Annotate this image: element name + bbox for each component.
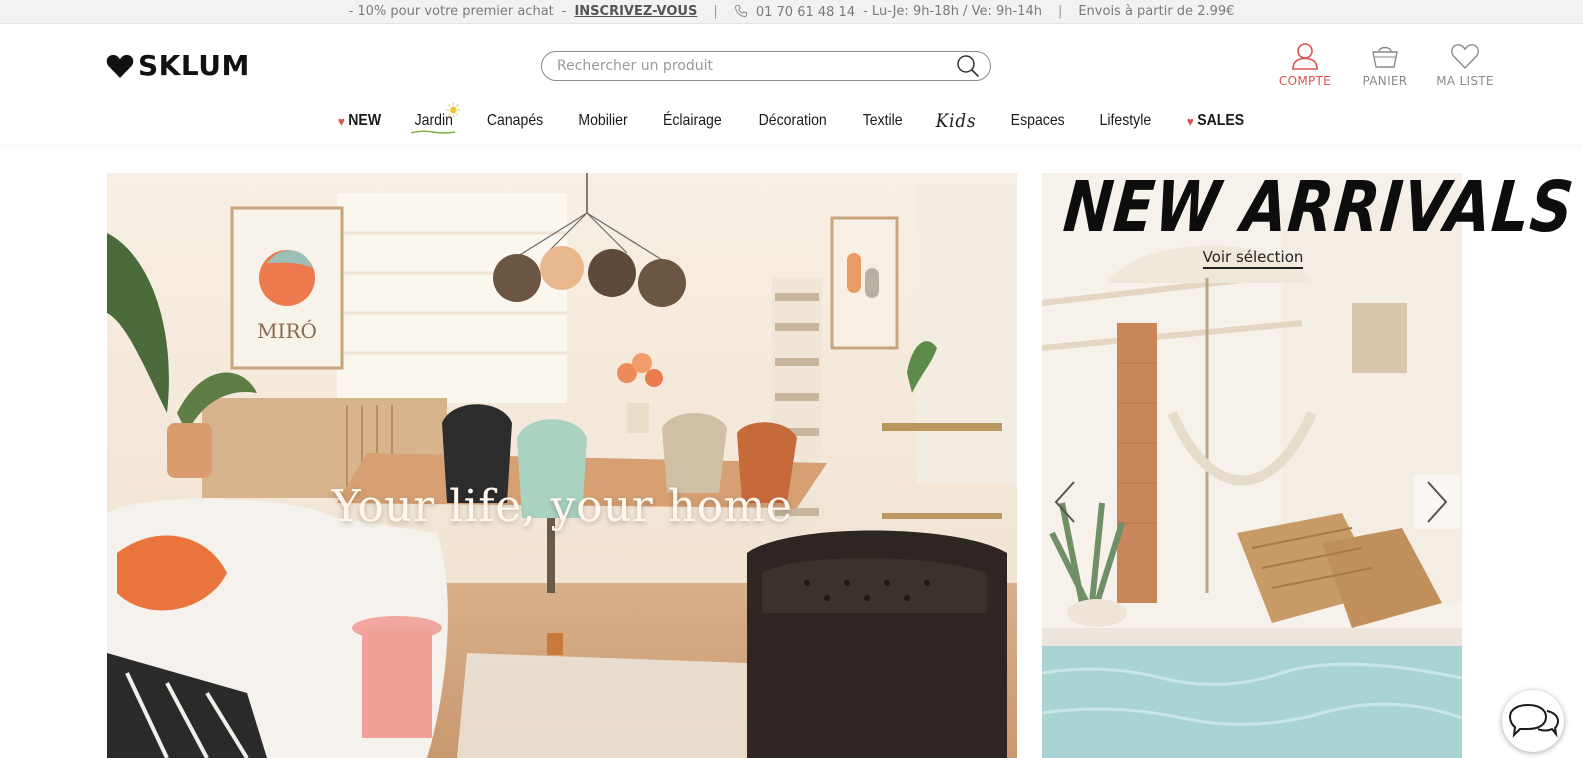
account-button[interactable]: COMPTE xyxy=(1275,42,1335,88)
logo-wordmark: SKLUM xyxy=(138,49,250,82)
nav-item-textile[interactable]: Textile xyxy=(850,112,915,130)
nav-item-lifestyle[interactable]: Lifestyle xyxy=(1088,112,1164,130)
nav-item-new[interactable]: ♥ NEW xyxy=(325,112,393,130)
wishlist-label: MA LISTE xyxy=(1436,74,1494,88)
nav-label: Mobilier xyxy=(578,112,629,129)
search-bar[interactable] xyxy=(541,51,991,81)
logo-heart-icon xyxy=(106,54,134,78)
new-arrivals-title: NEW ARRIVALS xyxy=(1060,166,1578,248)
search-input[interactable] xyxy=(557,58,956,74)
cart-button[interactable]: PANIER xyxy=(1355,42,1415,88)
promo-dash: - xyxy=(561,4,567,19)
nav-item-decoration[interactable]: Décoration xyxy=(746,112,839,130)
chevron-right-icon xyxy=(1427,481,1448,523)
sklum-logo[interactable]: SKLUM xyxy=(106,49,250,82)
nav-label: Kids xyxy=(935,110,977,132)
opening-hours: - Lu-Je: 9h-18h / Ve: 9h-14h xyxy=(863,4,1042,19)
nav-item-eclairage[interactable]: Éclairage xyxy=(651,112,734,130)
account-icons: COMPTE PANIER MA LISTE xyxy=(1275,42,1495,88)
chat-button[interactable] xyxy=(1502,690,1564,752)
phone-info: 01 70 61 48 14 xyxy=(734,4,855,20)
phone-number: 01 70 61 48 14 xyxy=(755,4,856,20)
signup-link[interactable]: INSCRIVEZ-VOUS xyxy=(574,4,697,19)
main-nav: ♥ NEW Jardin Canapés Mobilier Éclairage … xyxy=(0,102,1583,136)
nav-item-sales[interactable]: ♥ SALES xyxy=(1175,112,1257,130)
new-arrivals-header: NEW ARRIVALS Voir sélection xyxy=(1028,166,1578,269)
nav-item-kids[interactable]: Kids xyxy=(923,110,988,132)
nav-label: Canapés xyxy=(487,112,544,129)
voir-selection-link[interactable]: Voir sélection xyxy=(1202,248,1304,269)
hero-banner-living-room[interactable]: MIRÓ Your life, your home xyxy=(107,173,1017,758)
nav-item-mobilier[interactable]: Mobilier xyxy=(566,112,640,130)
search-icon[interactable] xyxy=(956,54,980,78)
nav-item-espaces[interactable]: Espaces xyxy=(998,112,1077,130)
site-header: SKLUM COMPTE PANIER xyxy=(0,24,1583,144)
nav-label: SALES xyxy=(1197,112,1245,129)
grass-icon xyxy=(410,130,455,134)
separator: | xyxy=(713,4,718,19)
basket-icon xyxy=(1372,46,1398,68)
nav-label: Textile xyxy=(862,112,903,129)
account-label: COMPTE xyxy=(1278,74,1332,88)
nav-item-canapes[interactable]: Canapés xyxy=(475,112,556,130)
promo-text: - 10% pour votre premier achat xyxy=(348,4,554,19)
separator: | xyxy=(1057,4,1063,19)
heart-icon xyxy=(1451,44,1479,70)
chat-icon xyxy=(1508,703,1560,738)
heart-icon: ♥ xyxy=(337,113,345,129)
carousel-next-button[interactable] xyxy=(1414,475,1460,529)
nav-label: Lifestyle xyxy=(1099,112,1152,129)
nav-label: NEW xyxy=(348,112,381,129)
shipping-info: Envois à partir de 2.99€ xyxy=(1078,4,1235,19)
living-room-image: MIRÓ xyxy=(107,173,1017,758)
header-divider xyxy=(0,144,1583,152)
top-promo-bar: - 10% pour votre premier achat - INSCRIV… xyxy=(0,0,1583,24)
nav-item-jardin[interactable]: Jardin xyxy=(402,102,465,134)
nav-label: Éclairage xyxy=(663,112,723,129)
wishlist-button[interactable]: MA LISTE xyxy=(1435,42,1495,88)
user-icon xyxy=(1292,43,1318,70)
sun-icon xyxy=(446,102,460,118)
nav-label: Espaces xyxy=(1010,112,1065,129)
carousel-prev-button[interactable] xyxy=(1042,475,1088,529)
heart-icon: ♥ xyxy=(1187,113,1194,129)
hero-caption: Your life, your home xyxy=(331,481,793,532)
cart-label: PANIER xyxy=(1362,74,1408,88)
nav-label: Décoration xyxy=(758,112,827,129)
chevron-left-icon xyxy=(1054,481,1075,523)
poster-text: MIRÓ xyxy=(257,318,317,343)
phone-icon xyxy=(734,4,747,17)
